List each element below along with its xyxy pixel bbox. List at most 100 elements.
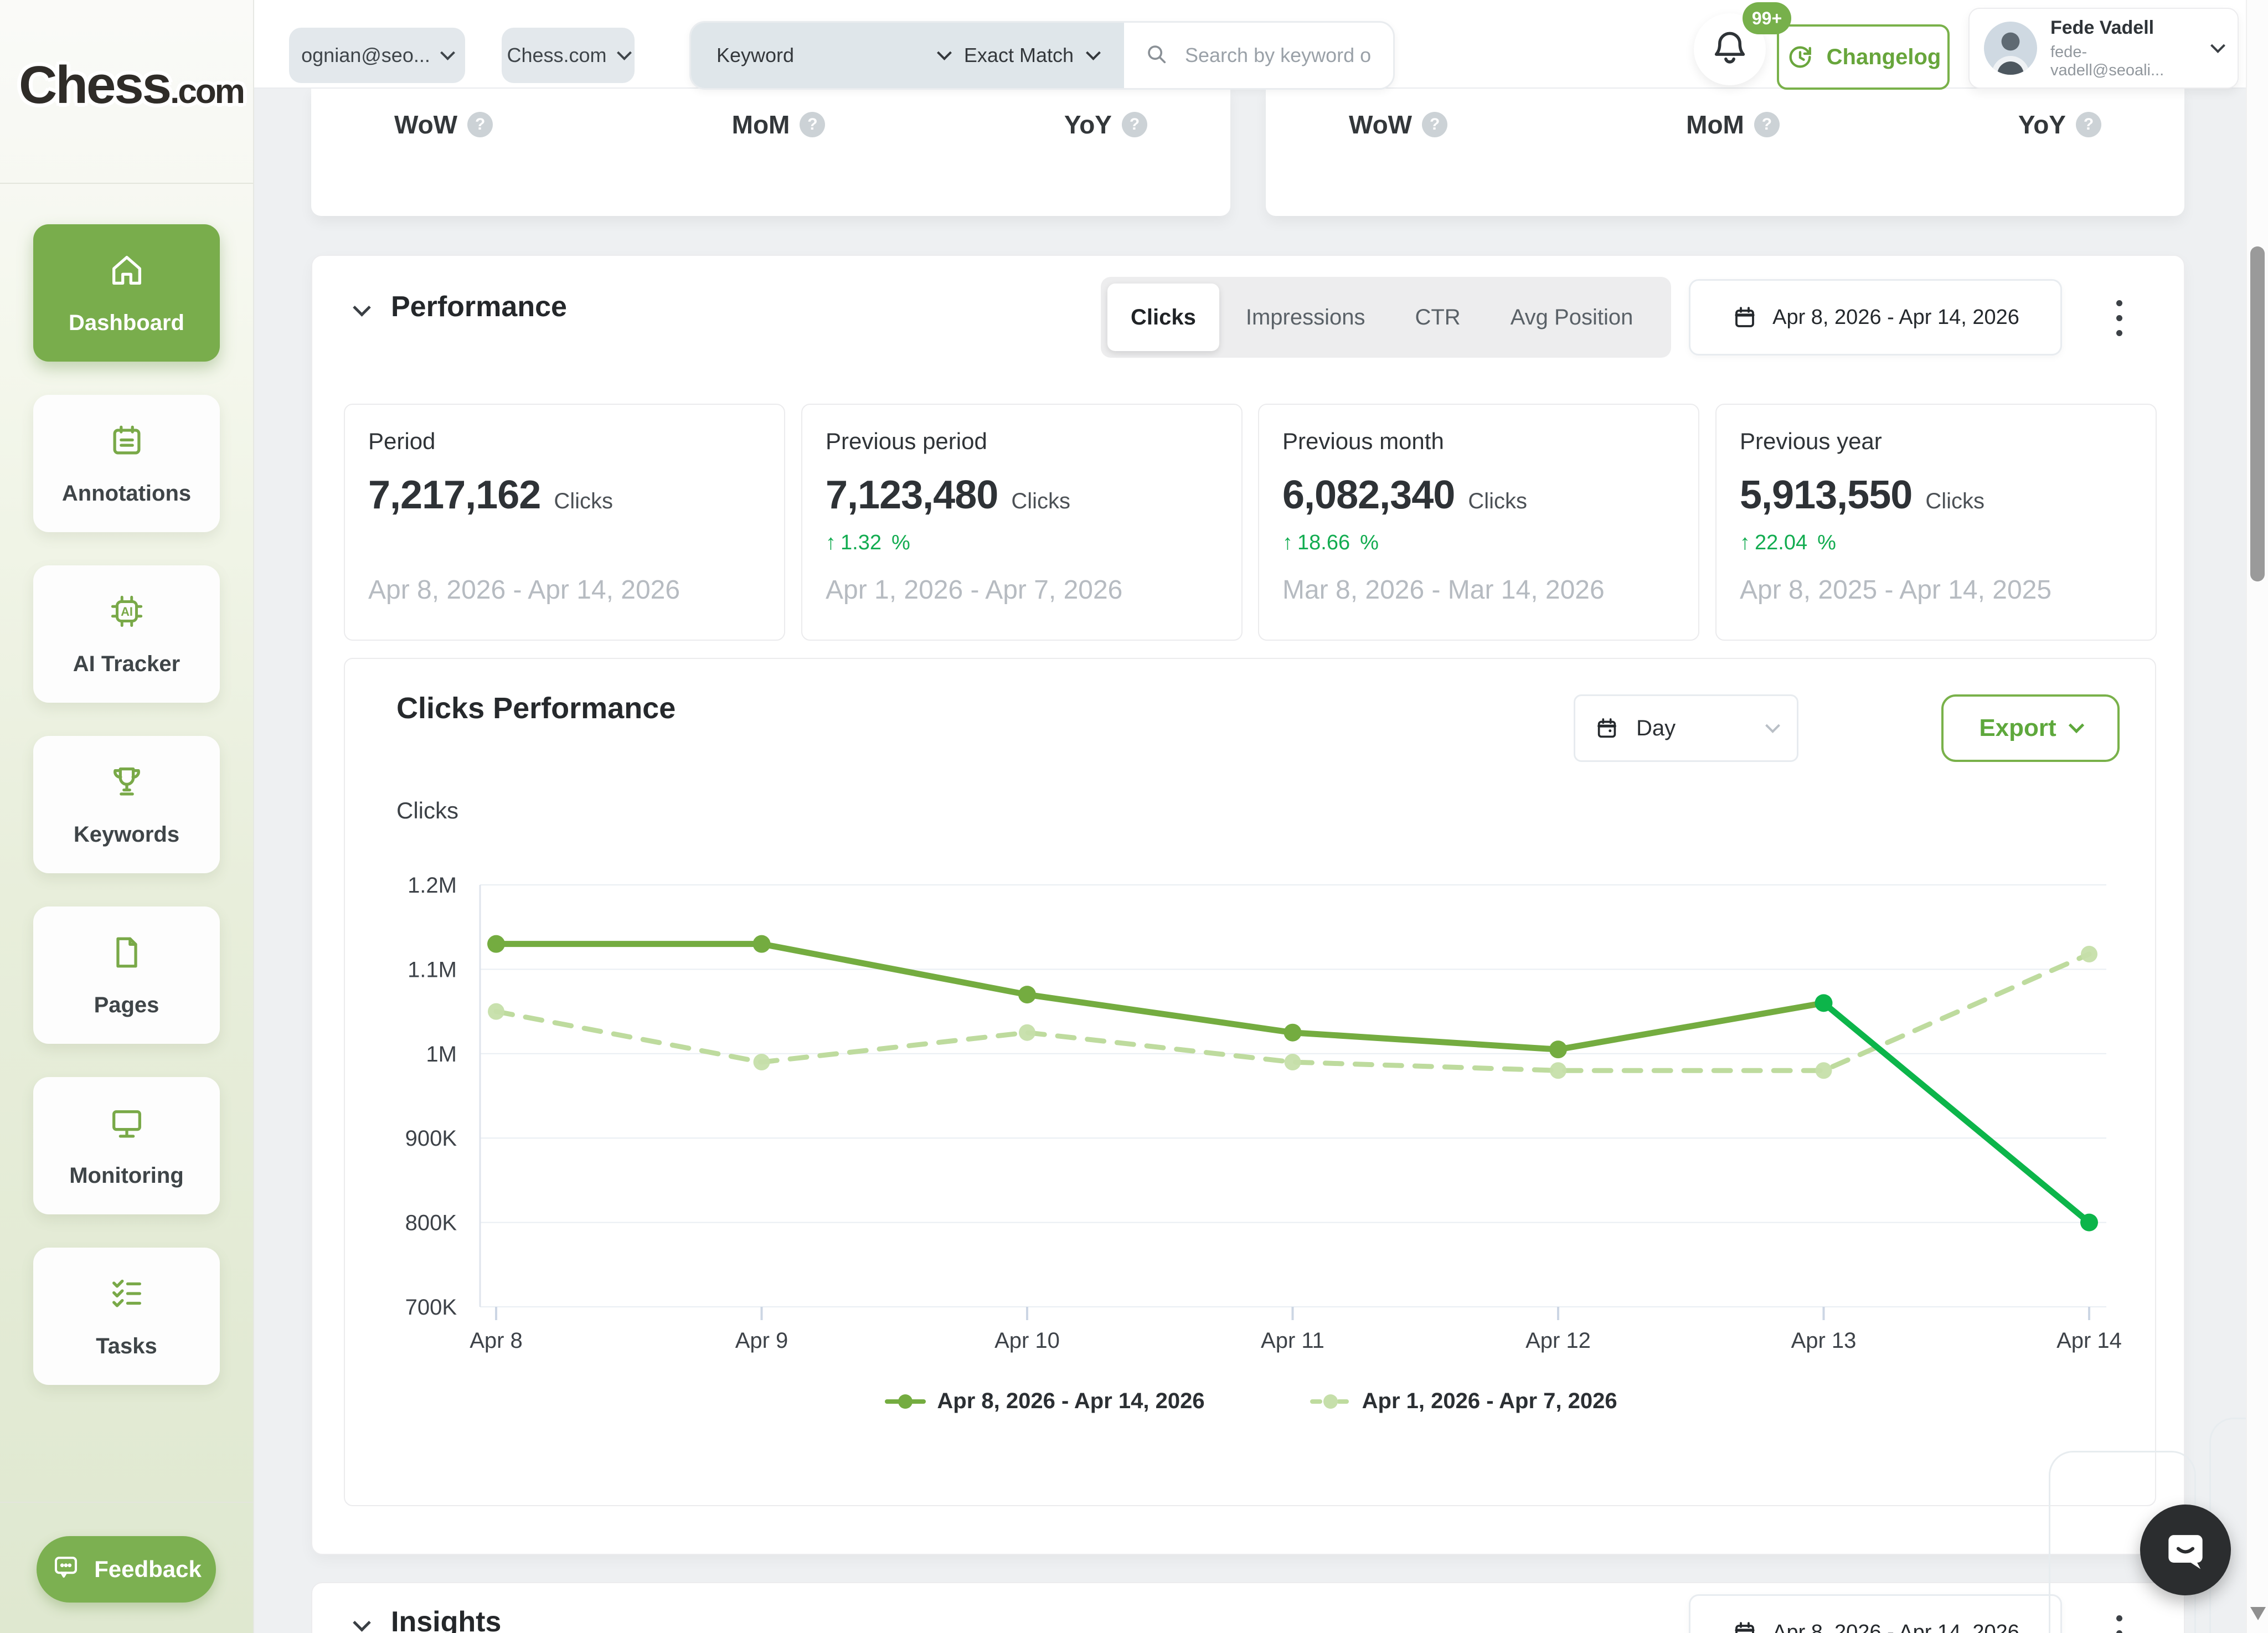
yoy-header: YoY? — [1064, 110, 1147, 140]
performance-menu-button[interactable] — [2111, 295, 2128, 342]
site-selector-label: Chess.com — [507, 44, 606, 67]
monitor-icon — [107, 1104, 146, 1148]
account-selector[interactable]: ognian@seo... — [289, 28, 465, 83]
svg-text:1.2M: 1.2M — [408, 873, 457, 898]
search-input[interactable] — [1184, 43, 1373, 68]
tab-impressions[interactable]: Impressions — [1223, 284, 1389, 351]
sidebar-divider-top — [0, 183, 253, 184]
notifications-count-badge: 99+ — [1743, 2, 1791, 34]
search-field-wrap — [1124, 23, 1393, 88]
calendar-icon — [1731, 304, 1758, 331]
sidebar: Chess.com Dashboard Annotations AI AI T — [0, 0, 254, 1633]
svg-text:900K: 900K — [405, 1126, 457, 1151]
svg-text:AI: AI — [121, 605, 133, 619]
checklist-icon — [107, 1274, 146, 1318]
clicks-line-chart[interactable]: 1.2M1.1M1M900K800K700KApr 8Apr 9Apr 10Ap… — [345, 833, 2157, 1387]
help-icon[interactable]: ? — [2076, 112, 2101, 137]
chess-com-logo[interactable]: Chess.com — [16, 35, 238, 135]
sidebar-item-label: Pages — [94, 993, 159, 1018]
summary-card-right: WoW? MoM? YoY? — [1266, 87, 2184, 216]
sidebar-item-annotations[interactable]: Annotations — [33, 395, 220, 532]
account-selector-label: ognian@seo... — [301, 44, 430, 67]
calendar-icon — [1731, 1619, 1758, 1633]
svg-text:1M: 1M — [426, 1042, 457, 1067]
svg-text:Apr 12: Apr 12 — [1525, 1328, 1591, 1353]
collapse-chevron-icon[interactable] — [355, 1622, 368, 1632]
help-icon[interactable]: ? — [800, 112, 825, 137]
tab-clicks[interactable]: Clicks — [1107, 284, 1219, 351]
performance-title: Performance — [391, 290, 567, 323]
sidebar-item-dashboard[interactable]: Dashboard — [33, 224, 220, 362]
stat-range: Mar 8, 2026 - Mar 14, 2026 — [1282, 570, 1605, 611]
sidebar-item-ai-tracker[interactable]: AI AI Tracker — [33, 565, 220, 703]
user-name: Fede Vadell — [2050, 17, 2199, 39]
chart-title: Clicks Performance — [396, 691, 676, 725]
sidebar-item-label: Monitoring — [69, 1163, 184, 1188]
sidebar-item-label: Keywords — [74, 822, 179, 847]
export-button[interactable]: Export — [1941, 694, 2120, 762]
sidebar-item-pages[interactable]: Pages — [33, 906, 220, 1044]
clicks-performance-card: Clicks Performance Day Export Clicks 1.2… — [344, 658, 2156, 1506]
svg-text:800K: 800K — [405, 1211, 457, 1235]
calendar-day-icon — [1594, 715, 1620, 741]
help-icon[interactable]: ? — [1422, 112, 1447, 137]
user-meta: Fede Vadell fede-vadell@seoali... — [2050, 17, 2199, 80]
chevron-down-icon[interactable] — [937, 45, 952, 60]
stat-range: Apr 8, 2026 - Apr 14, 2026 — [368, 570, 680, 611]
date-range-label: Apr 8, 2026 - Apr 14, 2026 — [1772, 1621, 2019, 1633]
legend-item[interactable]: Apr 1, 2026 - Apr 7, 2026 — [1310, 1389, 1617, 1414]
clock-history-icon — [1786, 43, 1815, 71]
insights-date-range-picker[interactable]: Apr 8, 2026 - Apr 14, 2026 — [1689, 1594, 2062, 1633]
sidebar-item-label: AI Tracker — [73, 652, 180, 677]
tab-avg-position[interactable]: Avg Position — [1487, 284, 1657, 351]
date-range-picker[interactable]: Apr 8, 2026 - Apr 14, 2026 — [1689, 279, 2062, 356]
stat-value: 5,913,550 — [1740, 472, 1912, 518]
performance-section: Performance Clicks Impressions CTR Avg P… — [311, 255, 2185, 1555]
wow-header: WoW? — [1349, 110, 1447, 140]
chart-legend: Apr 8, 2026 - Apr 14, 2026 Apr 1, 2026 - … — [345, 1389, 2157, 1414]
stat-unit: Clicks — [1468, 489, 1527, 514]
sidebar-item-keywords[interactable]: Keywords — [33, 736, 220, 873]
search-type-dropdown[interactable]: Keyword — [717, 44, 794, 67]
home-icon — [107, 251, 146, 295]
up-arrow-icon: ↑ — [1740, 531, 1750, 555]
avatar — [1984, 22, 2037, 75]
user-profile-menu[interactable]: Fede Vadell fede-vadell@seoali... — [1968, 8, 2239, 89]
bell-icon — [1708, 28, 1751, 71]
feedback-label: Feedback — [94, 1556, 202, 1583]
svg-text:1.1M: 1.1M — [408, 957, 457, 982]
chevron-down-icon — [1765, 718, 1780, 733]
sidebar-item-tasks[interactable]: Tasks — [33, 1248, 220, 1385]
help-icon[interactable]: ? — [1122, 112, 1147, 137]
chevron-down-icon — [2069, 718, 2084, 733]
changelog-label: Changelog — [1827, 45, 1941, 70]
feedback-button[interactable]: Feedback — [37, 1536, 216, 1603]
svg-text:Apr 8: Apr 8 — [470, 1328, 523, 1353]
app-root: Chess.com Dashboard Annotations AI AI T — [0, 0, 2268, 1633]
sidebar-item-monitoring[interactable]: Monitoring — [33, 1077, 220, 1214]
help-icon[interactable]: ? — [467, 112, 493, 137]
summary-card-left: WoW? MoM? YoY? — [311, 87, 1230, 216]
granularity-select[interactable]: Day — [1574, 694, 1798, 762]
legend-label: Apr 8, 2026 - Apr 14, 2026 — [937, 1389, 1204, 1414]
help-icon[interactable]: ? — [1754, 112, 1780, 137]
tab-ctr[interactable]: CTR — [1391, 284, 1483, 351]
stat-card-previous-month: Previous month 6,082,340Clicks ↑18.66% M… — [1258, 404, 1699, 641]
chat-widget-button[interactable] — [2140, 1505, 2231, 1595]
legend-item[interactable]: Apr 8, 2026 - Apr 14, 2026 — [885, 1389, 1204, 1414]
date-range-label: Apr 8, 2026 - Apr 14, 2026 — [1772, 306, 2019, 329]
svg-text:Apr 10: Apr 10 — [994, 1328, 1060, 1353]
stat-card-previous-year: Previous year 5,913,550Clicks ↑22.04% Ap… — [1715, 404, 2157, 641]
svg-text:Apr 13: Apr 13 — [1791, 1328, 1857, 1353]
changelog-button[interactable]: Changelog — [1777, 24, 1950, 90]
stat-value: 7,123,480 — [826, 472, 998, 518]
collapse-chevron-icon[interactable] — [355, 307, 368, 317]
sidebar-item-label: Dashboard — [69, 311, 184, 336]
site-selector[interactable]: Chess.com — [502, 28, 635, 83]
scrollbar-thumb[interactable] — [2250, 246, 2265, 581]
scrollbar-down-arrow[interactable] — [2250, 1607, 2266, 1620]
match-type-dropdown[interactable]: Exact Match — [964, 44, 1099, 67]
svg-text:Apr 14: Apr 14 — [2056, 1328, 2122, 1353]
stat-title: Previous month — [1282, 428, 1675, 455]
legend-marker-icon — [1310, 1392, 1351, 1412]
